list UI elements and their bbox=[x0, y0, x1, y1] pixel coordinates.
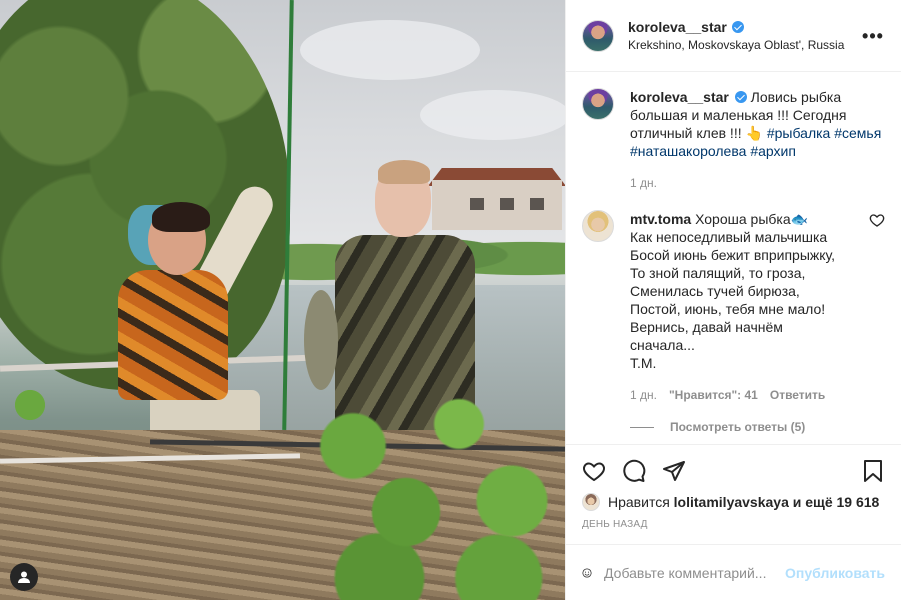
add-comment-bar: Опубликовать bbox=[566, 544, 901, 600]
author-avatar[interactable] bbox=[582, 88, 614, 120]
hashtag-link[interactable]: #наташакоролева bbox=[630, 143, 746, 159]
heart-icon[interactable] bbox=[582, 459, 606, 483]
bookmark-icon[interactable] bbox=[861, 459, 885, 483]
share-icon[interactable] bbox=[662, 459, 686, 483]
woman-hair bbox=[152, 202, 210, 232]
commenter-avatar[interactable] bbox=[582, 210, 614, 242]
woman-shirt bbox=[118, 270, 228, 400]
foreground-leaves bbox=[300, 380, 565, 600]
caption-username[interactable]: koroleva__star bbox=[630, 89, 729, 105]
caption-body: koroleva__star Ловись рыбка большая и ма… bbox=[630, 88, 885, 192]
fish bbox=[304, 290, 338, 390]
comment: mtv.toma Хороша рыбка🐟 Как непоседливый … bbox=[582, 210, 885, 404]
author-username[interactable]: koroleva__star bbox=[628, 19, 727, 35]
emoji-icon[interactable] bbox=[582, 561, 592, 585]
caption: koroleva__star Ловись рыбка большая и ма… bbox=[582, 88, 885, 192]
caption-meta: 1 дн. bbox=[630, 174, 885, 192]
liker-avatar[interactable] bbox=[582, 493, 600, 511]
post-actions: Нравится lolitamilyavskaya и ещё 19 618 … bbox=[566, 444, 901, 544]
comment-time[interactable]: 1 дн. bbox=[630, 386, 657, 404]
comment-like-heart-icon[interactable] bbox=[869, 212, 885, 228]
comment-likes-count[interactable]: "Нравится": 41 bbox=[669, 386, 758, 404]
liker-username[interactable]: lolitamilyavskaya bbox=[674, 494, 789, 510]
caption-time[interactable]: 1 дн. bbox=[630, 174, 657, 192]
post-timestamp[interactable]: ДЕНЬ НАЗАД bbox=[582, 519, 885, 530]
house-window bbox=[500, 198, 514, 210]
publish-comment-button[interactable]: Опубликовать bbox=[785, 565, 885, 581]
comment-text: Хороша рыбка🐟 Как непоседливый мальчишка… bbox=[630, 211, 836, 371]
cloud bbox=[420, 90, 565, 140]
foreground-leaves-left bbox=[0, 375, 60, 435]
post-header: koroleva__star Krekshino, Moskovskaya Ob… bbox=[566, 0, 901, 72]
user-tag-icon[interactable] bbox=[10, 563, 38, 591]
view-replies-label: Посмотреть ответы (5) bbox=[670, 420, 806, 434]
likes-others[interactable]: и ещё 19 618 bbox=[793, 494, 880, 510]
commenter-username[interactable]: mtv.toma bbox=[630, 211, 691, 227]
instagram-post: koroleva__star Krekshino, Moskovskaya Ob… bbox=[0, 0, 901, 600]
post-location[interactable]: Krekshino, Moskovskaya Oblast', Russia bbox=[628, 37, 861, 53]
post-photo[interactable] bbox=[0, 0, 565, 600]
author-avatar[interactable] bbox=[582, 19, 614, 52]
boy-hair bbox=[378, 160, 430, 184]
comment-icon[interactable] bbox=[622, 459, 646, 483]
hashtag-link[interactable]: #рыбалка bbox=[767, 125, 831, 141]
house-window bbox=[530, 198, 544, 210]
action-bar bbox=[582, 451, 885, 491]
hashtag-link[interactable]: #семья bbox=[834, 125, 881, 141]
author-info: koroleva__star Krekshino, Moskovskaya Ob… bbox=[628, 18, 861, 53]
reply-button[interactable]: Ответить bbox=[770, 386, 825, 404]
likes-prefix: Нравится bbox=[608, 494, 670, 510]
comments-list[interactable]: koroleva__star Ловись рыбка большая и ма… bbox=[566, 72, 901, 444]
post-sidebar: koroleva__star Krekshino, Moskovskaya Ob… bbox=[565, 0, 901, 600]
house-window bbox=[470, 198, 484, 210]
more-options-icon[interactable]: ••• bbox=[861, 27, 885, 45]
view-replies-line bbox=[630, 426, 654, 428]
comment-body: mtv.toma Хороша рыбка🐟 Как непоседливый … bbox=[630, 210, 861, 404]
hashtag-link[interactable]: #архип bbox=[750, 143, 796, 159]
verified-badge-icon bbox=[732, 20, 745, 33]
comment-meta: 1 дн. "Нравится": 41 Ответить bbox=[630, 386, 861, 404]
likes-summary: Нравится lolitamilyavskaya и ещё 19 618 bbox=[582, 493, 885, 511]
comment-input[interactable] bbox=[604, 564, 786, 581]
cloud bbox=[300, 20, 480, 80]
verified-badge-icon bbox=[734, 91, 747, 103]
view-replies-button[interactable]: Посмотреть ответы (5) bbox=[630, 420, 885, 434]
